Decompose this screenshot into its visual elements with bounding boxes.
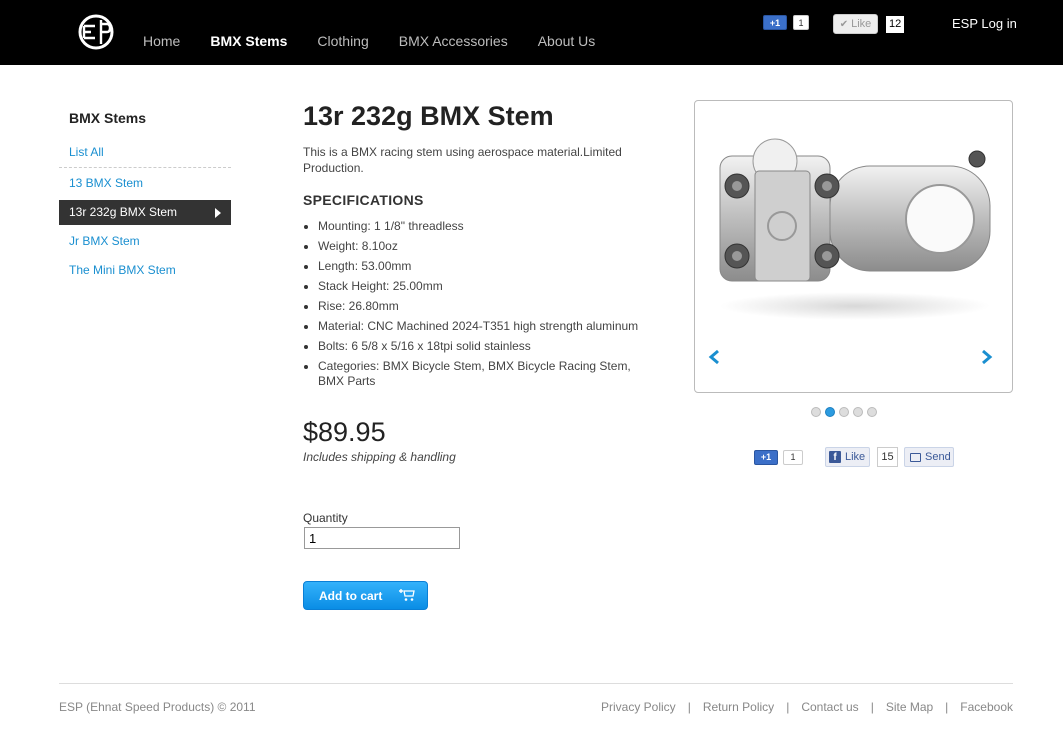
slider-dot[interactable]	[867, 407, 877, 417]
sidebar-title: BMX Stems	[69, 110, 147, 126]
nav-bmx-stems[interactable]: BMX Stems	[210, 33, 287, 49]
quantity-input[interactable]	[304, 527, 460, 549]
header-gplus: +1 1	[763, 15, 809, 30]
product-details: 13r 232g BMX Stem This is a BMX racing s…	[303, 100, 663, 610]
product-price: $89.95	[303, 417, 386, 447]
slider-dot[interactable]	[839, 407, 849, 417]
sidebar-item-label: 13r 232g BMX Stem	[69, 205, 178, 219]
facebook-like-button[interactable]: f Like	[825, 447, 870, 467]
facebook-like-count: 15	[877, 447, 898, 467]
nav-bmx-accessories[interactable]: BMX Accessories	[399, 33, 508, 49]
slider-dots	[811, 407, 881, 417]
main-nav: Home BMX Stems Clothing BMX Accessories …	[143, 33, 625, 49]
add-to-cart-button[interactable]: Add to cart	[303, 581, 428, 610]
product-image	[719, 138, 991, 320]
specs-list: Mounting: 1 1/8" threadless Weight: 8.10…	[303, 219, 663, 389]
like-count: 12	[886, 15, 905, 33]
spec-item: Mounting: 1 1/8" threadless	[303, 219, 653, 234]
nav-home[interactable]: Home	[143, 33, 180, 49]
sidebar-item-jr-bmx-stem[interactable]: Jr BMX Stem	[59, 229, 231, 254]
footer-divider	[59, 683, 1013, 684]
specs-heading: SPECIFICATIONS	[303, 192, 424, 208]
facebook-send-label: Send	[925, 451, 951, 463]
spec-item: Length: 53.00mm	[303, 259, 653, 274]
sidebar-item-mini-bmx-stem[interactable]: The Mini BMX Stem	[59, 258, 231, 283]
facebook-icon: f	[829, 451, 841, 463]
header-like: ✔ Like 12	[833, 14, 905, 34]
arrow-right-icon	[215, 208, 221, 218]
spec-item: Weight: 8.10oz	[303, 239, 653, 254]
like-button[interactable]: ✔ Like	[833, 14, 878, 34]
gplus-count: 1	[793, 15, 809, 30]
footer-link-contact[interactable]: Contact us	[801, 700, 858, 714]
product-description: This is a BMX racing stem using aerospac…	[303, 145, 622, 175]
login-link[interactable]: ESP Log in	[952, 16, 1017, 31]
cart-plus-icon	[399, 589, 415, 601]
sidebar-item-13-bmx-stem[interactable]: 13 BMX Stem	[59, 171, 231, 196]
shipping-note: Includes shipping & handling	[303, 450, 456, 464]
facebook-send-button[interactable]: Send	[904, 447, 954, 467]
slider-dot-active[interactable]	[825, 407, 835, 417]
footer-link-privacy[interactable]: Privacy Policy	[601, 700, 676, 714]
spec-item: Categories: BMX Bicycle Stem, BMX Bicycl…	[303, 359, 653, 389]
spec-item: Rise: 26.80mm	[303, 299, 653, 314]
chevron-right-icon[interactable]	[980, 349, 994, 365]
gplus-count: 1	[783, 449, 803, 465]
slider-dot[interactable]	[853, 407, 863, 417]
spec-item: Stack Height: 25.00mm	[303, 279, 653, 294]
product-title: 13r 232g BMX Stem	[303, 101, 554, 131]
slider-dot[interactable]	[811, 407, 821, 417]
quantity-label: Quantity	[303, 511, 348, 525]
nav-clothing[interactable]: Clothing	[317, 33, 368, 49]
footer-link-sitemap[interactable]: Site Map	[886, 700, 933, 714]
social-buttons: +1 1 f Like 15 Send	[754, 447, 954, 467]
gplus-button[interactable]: +1	[763, 15, 787, 30]
nav-about-us[interactable]: About Us	[538, 33, 596, 49]
footer-link-return[interactable]: Return Policy	[703, 700, 774, 714]
spec-item: Bolts: 6 5/8 x 5/16 x 18tpi solid stainl…	[303, 339, 653, 354]
add-to-cart-label: Add to cart	[319, 588, 383, 603]
separator: |	[870, 700, 874, 714]
product-image-slider[interactable]	[694, 100, 1013, 393]
spec-item: Material: CNC Machined 2024-T351 high st…	[303, 319, 653, 334]
copyright: ESP (Ehnat Speed Products) © 2011	[59, 700, 256, 714]
site-header: Home BMX Stems Clothing BMX Accessories …	[0, 0, 1063, 65]
category-sidebar: BMX Stems List All 13 BMX Stem 13r 232g …	[59, 110, 231, 283]
chevron-left-icon[interactable]	[707, 349, 721, 365]
separator: |	[786, 700, 790, 714]
message-icon	[910, 452, 921, 462]
separator: |	[945, 700, 949, 714]
gplus-button[interactable]: +1	[754, 449, 778, 465]
esp-logo[interactable]	[77, 14, 115, 50]
separator: |	[687, 700, 691, 714]
like-label: Like	[851, 18, 872, 30]
facebook-like-label: Like	[845, 451, 866, 463]
sidebar-item-list-all[interactable]: List All	[59, 139, 231, 168]
footer-links: Privacy Policy | Return Policy | Contact…	[601, 700, 1013, 714]
check-icon: ✔	[839, 18, 849, 30]
sidebar-item-13r-232g-bmx-stem[interactable]: 13r 232g BMX Stem	[59, 200, 231, 225]
footer-link-facebook[interactable]: Facebook	[960, 700, 1013, 714]
